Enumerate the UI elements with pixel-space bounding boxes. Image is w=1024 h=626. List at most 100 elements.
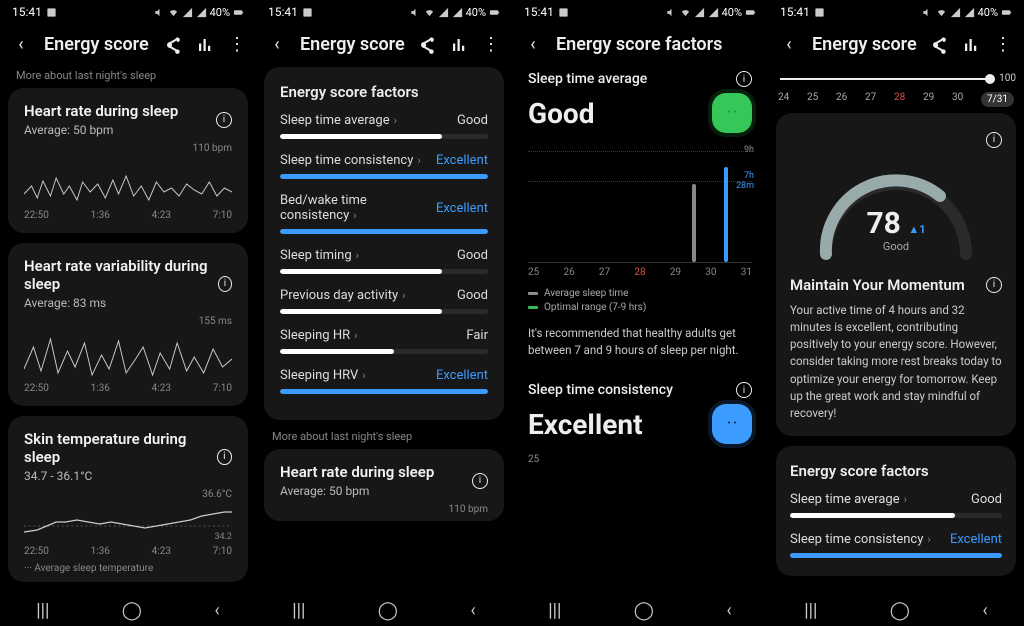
hrv-axis: 22:501:364:237:10 (24, 383, 232, 394)
factor-row[interactable]: Sleep time average›Good (280, 113, 488, 139)
app-header: ‹ Energy score factors (512, 24, 768, 67)
screen-1: 15:41 40% ‹ Energy score ⋮ More about la… (0, 0, 256, 626)
status-time: 15:41 (12, 5, 42, 19)
hr-peak: 110 bpm (24, 143, 232, 154)
chart-icon[interactable] (962, 36, 980, 54)
hrv-subtitle: Average: 83 ms (24, 296, 218, 310)
chart-axis: 252627 28293031 (528, 267, 752, 278)
factor-row[interactable]: Sleeping HR›Fair (280, 328, 488, 354)
back-button[interactable]: ‹ (772, 34, 806, 55)
home-button[interactable]: ◯ (122, 600, 142, 621)
share-icon[interactable] (418, 36, 436, 54)
section-caption: More about last night's sleep (272, 430, 512, 443)
nav-bar: ||| ◯ ‹ (768, 594, 1024, 626)
status-bar: 15:41 40% (256, 0, 512, 24)
page-title: Energy score (44, 34, 158, 55)
info-icon[interactable]: i (736, 382, 752, 398)
score-value: 78 (866, 206, 900, 241)
info-icon[interactable]: i (736, 71, 752, 87)
more-icon[interactable]: ⋮ (482, 34, 500, 55)
factor-row[interactable]: Bed/wake time consistency›Excellent (280, 193, 488, 234)
app-header: ‹ Energy score ⋮ (256, 24, 512, 67)
screen-4: 15:41 40% ‹ Energy score ⋮ 100 24 25 26 … (768, 0, 1024, 626)
page-title: Energy score (812, 34, 924, 55)
status-blob-icon: • • (712, 404, 752, 444)
chart-legend: Average sleep time Optimal range (7-9 hr… (528, 288, 752, 313)
back-nav-button[interactable]: ‹ (726, 600, 731, 621)
back-nav-button[interactable]: ‹ (214, 600, 219, 621)
section-caption: More about last night's sleep (16, 69, 256, 82)
skin-chart: 34.2 (24, 502, 232, 544)
info-icon[interactable]: i (216, 112, 232, 128)
back-nav-button[interactable]: ‹ (982, 600, 987, 621)
info-icon[interactable]: i (472, 473, 488, 489)
skin-legend: ··· Average sleep temperature (24, 563, 232, 574)
home-button[interactable]: ◯ (378, 600, 398, 621)
maintain-body: Your active time of 4 hours and 32 minut… (790, 302, 1002, 423)
share-icon[interactable] (930, 36, 948, 54)
status-value: Excellent (528, 408, 643, 441)
factor-row[interactable]: Sleep time consistency›Excellent (280, 153, 488, 179)
factor-row[interactable]: Sleeping HRV›Excellent (280, 368, 488, 394)
more-icon[interactable]: ⋮ (228, 34, 244, 55)
recents-button[interactable]: ||| (292, 600, 305, 621)
hrv-title: Heart rate variability during sleep (24, 257, 218, 293)
hrv-card: Heart rate variability during sleep Aver… (8, 243, 248, 406)
back-button[interactable]: ‹ (516, 34, 550, 55)
info-icon[interactable]: i (217, 449, 232, 465)
page-title: Energy score factors (556, 34, 758, 55)
maintain-title: Maintain Your Momentum (790, 276, 965, 294)
status-bar: 15:41 40% (768, 0, 1024, 24)
score-rating: Good (806, 240, 986, 253)
back-button[interactable]: ‹ (260, 34, 294, 55)
hr-card: Heart rate during sleep Average: 50 bpm … (264, 449, 504, 521)
factors-list: Sleep time average›Good Sleep time consis… (790, 492, 1002, 558)
back-button[interactable]: ‹ (4, 34, 38, 55)
hrv-peak: 155 ms (24, 316, 232, 327)
hr-axis: 22:501:364:237:10 (24, 210, 232, 221)
factor-row[interactable]: Previous day activity›Good (280, 288, 488, 314)
hr-chart (24, 156, 232, 208)
hr-subtitle: Average: 50 bpm (24, 123, 178, 137)
back-nav-button[interactable]: ‹ (470, 600, 475, 621)
date-selector: 24 25 26 27 28 29 30 7/31 (778, 92, 1014, 107)
mute-icon (154, 7, 165, 18)
share-icon[interactable] (164, 36, 182, 54)
nav-bar: ||| ◯ ‹ (0, 594, 256, 626)
info-icon[interactable]: i (218, 276, 232, 292)
range-slider[interactable]: 100 (776, 73, 1016, 84)
status-value: Good (528, 97, 594, 130)
signal-icon (182, 7, 193, 18)
factors-card: Energy score factors Sleep time average›… (264, 67, 504, 420)
recents-button[interactable]: ||| (36, 600, 49, 621)
factors-title: Energy score factors (280, 83, 488, 101)
home-button[interactable]: ◯ (890, 600, 910, 621)
skin-peak: 36.6°C (24, 489, 232, 500)
detail-label: Sleep time consistency (528, 382, 673, 398)
chart-icon[interactable] (196, 36, 214, 54)
factor-row[interactable]: Sleep time consistency›Excellent (790, 532, 1002, 558)
factors-title: Energy score factors (790, 462, 1002, 480)
detail-label: Sleep time average (528, 71, 647, 87)
signal-icon-2 (196, 7, 207, 18)
battery-percent: 40% (210, 6, 230, 19)
info-icon[interactable]: i (986, 132, 1002, 148)
nav-bar: ||| ◯ ‹ (256, 594, 512, 626)
skin-axis: 22:501:364:237:10 (24, 546, 232, 557)
recents-button[interactable]: ||| (804, 600, 817, 621)
score-gauge: 78 ▲1 Good (806, 154, 986, 264)
hr-card: Heart rate during sleep Average: 50 bpm … (8, 88, 248, 233)
recents-button[interactable]: ||| (548, 600, 561, 621)
home-button[interactable]: ◯ (634, 600, 654, 621)
more-icon[interactable]: ⋮ (994, 34, 1012, 55)
screen-3: 15:41 40% ‹ Energy score factors Sleep t… (512, 0, 768, 626)
factors-list: Sleep time average›Good Sleep time consis… (280, 113, 488, 394)
chart-icon[interactable] (450, 36, 468, 54)
status-bar: 15:41 40% (512, 0, 768, 24)
info-icon[interactable]: i (986, 277, 1002, 293)
notification-icon (46, 7, 57, 18)
app-header: ‹ Energy score ⋮ (768, 24, 1024, 67)
status-bar: 15:41 40% (0, 0, 256, 24)
factor-row[interactable]: Sleep time average›Good (790, 492, 1002, 518)
factor-row[interactable]: Sleep timing›Good (280, 248, 488, 274)
